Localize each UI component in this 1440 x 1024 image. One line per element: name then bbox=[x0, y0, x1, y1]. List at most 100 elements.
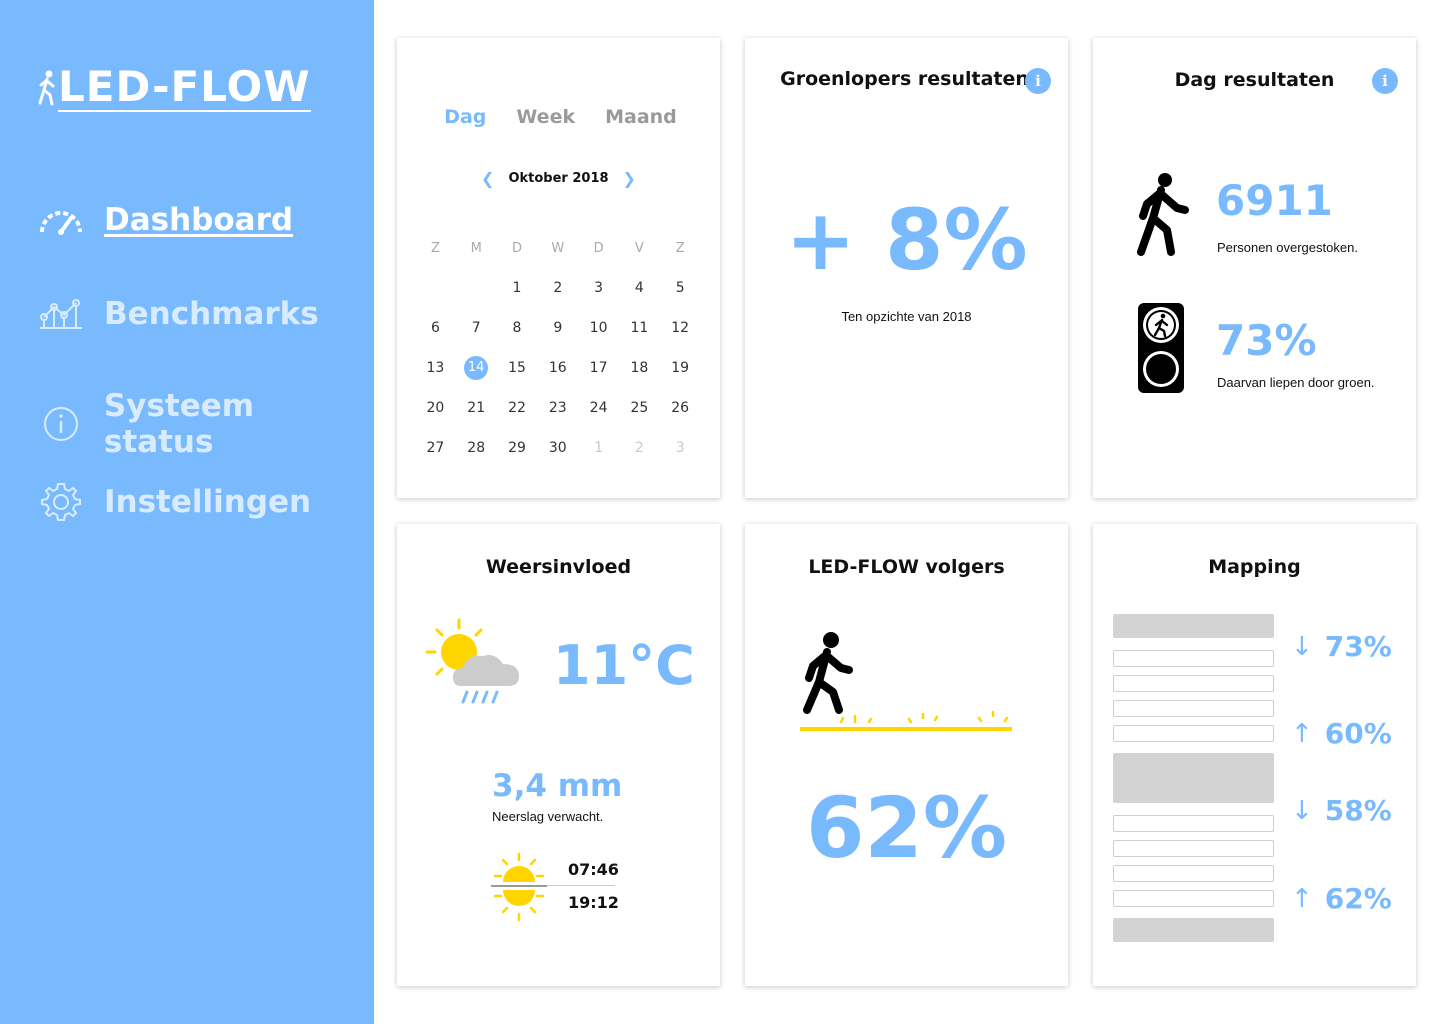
volgers-value: 62% bbox=[805, 779, 1008, 877]
weekday-label: M bbox=[470, 240, 482, 256]
info-circle-icon bbox=[38, 404, 84, 444]
calendar-day[interactable]: 20 bbox=[415, 400, 456, 416]
calendar-day[interactable]: 5 bbox=[660, 280, 701, 296]
calendar-day[interactable]: 11 bbox=[619, 320, 660, 336]
persons-value: 6911 bbox=[1216, 176, 1333, 225]
month-navigator: ❮ Oktober 2018 ❯ bbox=[397, 169, 720, 188]
traffic-light-icon bbox=[1138, 303, 1184, 393]
tab-dag[interactable]: Dag bbox=[444, 106, 486, 128]
rain-caption: Neerslag verwacht. bbox=[492, 809, 604, 824]
app-logo[interactable]: LED-FLOW bbox=[38, 64, 311, 112]
groenlopers-value: + 8% bbox=[785, 191, 1028, 289]
calendar-day[interactable]: 22 bbox=[497, 400, 538, 416]
mapping-stat: ↓ 73% bbox=[1291, 630, 1392, 663]
calendar-day[interactable]: 25 bbox=[619, 400, 660, 416]
mapping-bar bbox=[1113, 650, 1274, 667]
calendar-day[interactable]: 8 bbox=[497, 320, 538, 336]
mapping-bar bbox=[1113, 753, 1274, 803]
temperature-value: 11°C bbox=[553, 634, 695, 697]
mapping-bar bbox=[1113, 840, 1274, 857]
sunrise-sunset-icon bbox=[491, 852, 547, 922]
chevron-right-icon[interactable]: ❯ bbox=[623, 169, 636, 188]
calendar-day[interactable]: 3 bbox=[578, 280, 619, 296]
calendar-day[interactable]: 9 bbox=[537, 320, 578, 336]
calendar-day[interactable]: 17 bbox=[578, 360, 619, 376]
calendar-day-next-month[interactable]: 3 bbox=[660, 440, 701, 456]
card-title: Dag resultaten bbox=[1174, 69, 1335, 91]
groenlopers-card: Groenlopers resultaten i + 8% Ten opzich… bbox=[745, 38, 1068, 498]
nav-systeem-status[interactable]: Systeem status bbox=[38, 388, 374, 460]
info-icon[interactable]: i bbox=[1372, 68, 1398, 94]
weekday-label: Z bbox=[430, 240, 440, 256]
calendar-week: 6 7 8 9 10 11 12 bbox=[415, 308, 701, 348]
mapping-stat-value: 73% bbox=[1324, 630, 1392, 663]
calendar-day[interactable]: 29 bbox=[497, 440, 538, 456]
calendar-day[interactable]: 16 bbox=[537, 360, 578, 376]
mapping-bar bbox=[1113, 700, 1274, 717]
mapping-bar bbox=[1113, 865, 1274, 882]
nav-instellingen[interactable]: Instellingen bbox=[38, 482, 311, 522]
calendar-card: Dag Week Maand ❮ Oktober 2018 ❯ Z M D W … bbox=[397, 38, 720, 498]
mapping-stat-value: 62% bbox=[1324, 882, 1392, 915]
calendar-day[interactable]: 30 bbox=[537, 440, 578, 456]
calendar-day[interactable]: 13 bbox=[415, 360, 456, 376]
mapping-stat: ↑ 60% bbox=[1291, 717, 1392, 750]
nav-label: Benchmarks bbox=[104, 296, 319, 332]
green-value: 73% bbox=[1216, 316, 1317, 365]
walker-logo-icon bbox=[38, 70, 55, 106]
calendar-week: 1 2 3 4 5 bbox=[415, 268, 701, 308]
calendar-day[interactable]: 6 bbox=[415, 320, 456, 336]
weekday-label: V bbox=[634, 240, 644, 256]
mapping-card: Mapping ↓ 73% ↑ 60% ↓ 58% ↑ 62% bbox=[1093, 524, 1416, 986]
card-title: Weersinvloed bbox=[485, 556, 632, 578]
arrow-down-icon: ↓ bbox=[1291, 795, 1313, 826]
mapping-stat-value: 60% bbox=[1324, 717, 1392, 750]
tab-week[interactable]: Week bbox=[516, 106, 575, 128]
app-name: LED-FLOW bbox=[58, 62, 311, 112]
calendar-day[interactable]: 26 bbox=[660, 400, 701, 416]
calendar-day[interactable]: 10 bbox=[578, 320, 619, 336]
divider bbox=[547, 885, 615, 886]
nav-dashboard[interactable]: Dashboard bbox=[38, 200, 293, 240]
calendar-week: 13 14 15 16 17 18 19 bbox=[415, 348, 701, 388]
calendar-day[interactable]: 7 bbox=[456, 320, 497, 336]
calendar-day[interactable]: 1 bbox=[497, 280, 538, 296]
dag-resultaten-card: Dag resultaten i 6911 Personen overgesto… bbox=[1093, 38, 1416, 498]
weekday-label: W bbox=[551, 240, 565, 256]
calendar-day[interactable]: 12 bbox=[660, 320, 701, 336]
sunrise-time: 07:46 bbox=[568, 860, 619, 879]
tab-maand[interactable]: Maand bbox=[605, 106, 677, 128]
persons-caption: Personen overgestoken. bbox=[1217, 240, 1358, 255]
calendar-day[interactable]: 28 bbox=[456, 440, 497, 456]
calendar-week: 20 21 22 23 24 25 26 bbox=[415, 388, 701, 428]
chevron-left-icon[interactable]: ❮ bbox=[481, 169, 494, 188]
calendar-day[interactable]: 23 bbox=[537, 400, 578, 416]
card-title: LED-FLOW volgers bbox=[808, 556, 1005, 578]
nav-benchmarks[interactable]: Benchmarks bbox=[38, 294, 319, 334]
info-icon[interactable]: i bbox=[1025, 68, 1051, 94]
mapping-stat: ↓ 58% bbox=[1291, 794, 1392, 827]
calendar-day-next-month[interactable]: 2 bbox=[619, 440, 660, 456]
calendar-day[interactable]: 18 bbox=[619, 360, 660, 376]
weekday-label: D bbox=[511, 240, 522, 256]
weekday-label: D bbox=[593, 240, 604, 256]
calendar-day[interactable]: 27 bbox=[415, 440, 456, 456]
weekday-header: Z M D W D V Z bbox=[415, 228, 701, 268]
calendar-day-next-month[interactable]: 1 bbox=[578, 440, 619, 456]
arrow-down-icon: ↓ bbox=[1291, 631, 1313, 662]
speedometer-icon bbox=[38, 200, 84, 240]
calendar-day[interactable]: 21 bbox=[456, 400, 497, 416]
calendar-day[interactable]: 24 bbox=[578, 400, 619, 416]
card-title: Mapping bbox=[1208, 556, 1301, 578]
calendar-tabs: Dag Week Maand bbox=[397, 106, 720, 128]
calendar-day[interactable]: 2 bbox=[537, 280, 578, 296]
sunset-time: 19:12 bbox=[568, 893, 619, 912]
weersinvloed-card: Weersinvloed 11°C 3,4 mm Neerslag verwac… bbox=[397, 524, 720, 986]
pedestrian-icon bbox=[1137, 173, 1189, 256]
calendar-day[interactable]: 15 bbox=[497, 360, 538, 376]
calendar-day-selected[interactable]: 14 bbox=[456, 356, 497, 380]
gear-icon bbox=[38, 482, 84, 522]
calendar-day[interactable]: 4 bbox=[619, 280, 660, 296]
calendar-day[interactable]: 19 bbox=[660, 360, 701, 376]
groenlopers-caption: Ten opzichte van 2018 bbox=[841, 309, 972, 324]
